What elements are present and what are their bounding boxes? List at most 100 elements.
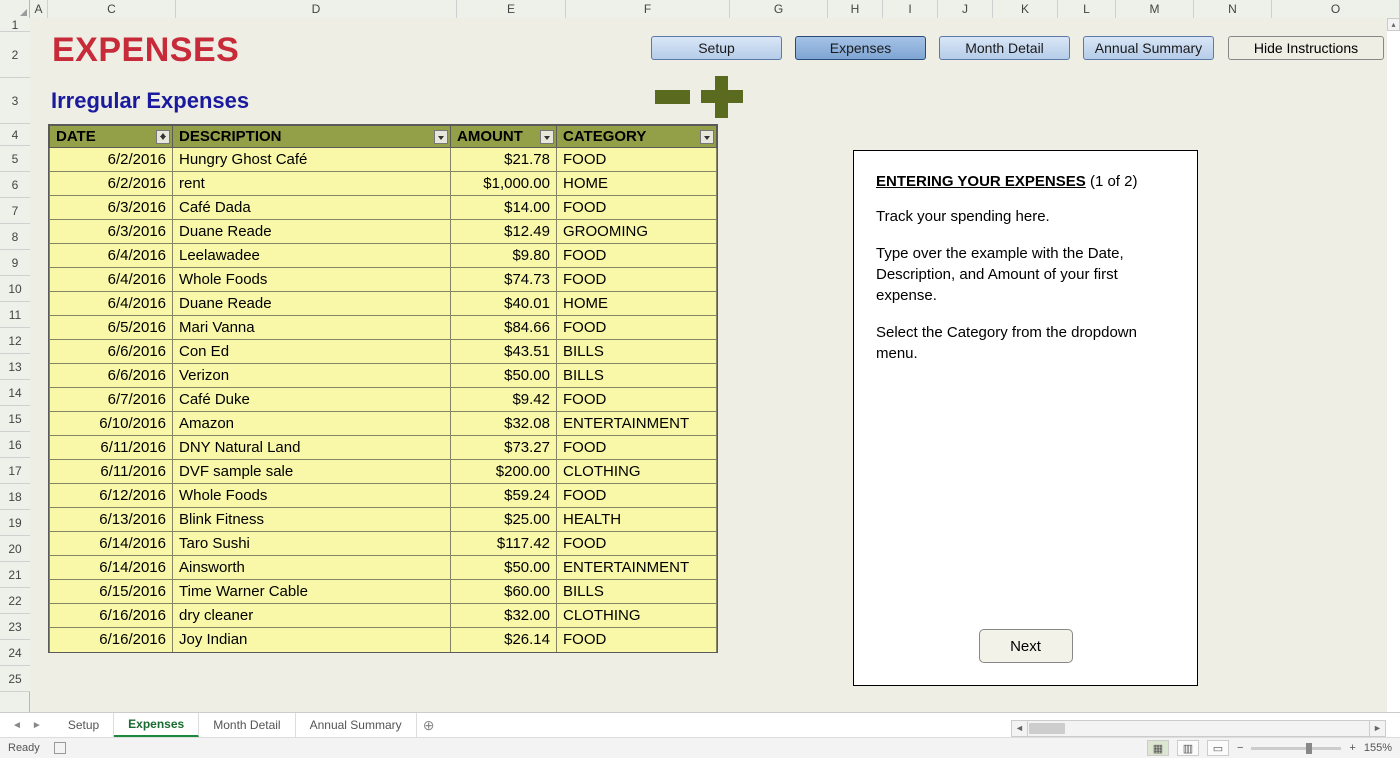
cell-date[interactable]: 6/4/2016 [50,268,173,292]
cell-amt[interactable]: $117.42 [451,532,557,556]
cell-cat[interactable]: FOOD [557,484,717,508]
cell-desc[interactable]: Ainsworth [173,556,451,580]
scroll-up-button[interactable]: ▴ [1387,18,1400,31]
row-header-19[interactable]: 19 [0,510,30,536]
row-header-10[interactable]: 10 [0,276,30,302]
cell-cat[interactable]: HOME [557,292,717,316]
cell-date[interactable]: 6/15/2016 [50,580,173,604]
row-header-2[interactable]: 2 [0,32,30,78]
row-header-13[interactable]: 13 [0,354,30,380]
header-description[interactable]: DESCRIPTION [173,126,451,148]
cell-cat[interactable]: BILLS [557,364,717,388]
column-header-A[interactable]: A [30,0,48,18]
cell-date[interactable]: 6/11/2016 [50,436,173,460]
horizontal-scrollbar[interactable]: ◄ ► [1011,720,1386,737]
cell-date[interactable]: 6/16/2016 [50,604,173,628]
cell-desc[interactable]: Café Dada [173,196,451,220]
header-category[interactable]: CATEGORY [557,126,717,148]
cell-cat[interactable]: ENTERTAINMENT [557,412,717,436]
cell-cat[interactable]: ENTERTAINMENT [557,556,717,580]
filter-category-icon[interactable] [700,130,714,144]
add-sheet-button[interactable]: ⊕ [417,713,441,737]
column-header-J[interactable]: J [938,0,993,18]
row-header-25[interactable]: 25 [0,666,30,692]
cell-desc[interactable]: Café Duke [173,388,451,412]
cell-cat[interactable]: FOOD [557,244,717,268]
zoom-in-button[interactable]: + [1349,742,1355,754]
cell-desc[interactable]: Duane Reade [173,292,451,316]
cell-date[interactable]: 6/6/2016 [50,364,173,388]
column-header-G[interactable]: G [730,0,828,18]
cell-amt[interactable]: $9.80 [451,244,557,268]
cell-date[interactable]: 6/14/2016 [50,532,173,556]
cell-amt[interactable]: $60.00 [451,580,557,604]
nav-month-detail-button[interactable]: Month Detail [939,36,1070,60]
cell-cat[interactable]: FOOD [557,388,717,412]
zoom-slider[interactable] [1251,747,1341,750]
cell-desc[interactable]: Joy Indian [173,628,451,652]
cell-date[interactable]: 6/10/2016 [50,412,173,436]
cell-cat[interactable]: BILLS [557,340,717,364]
cell-date[interactable]: 6/2/2016 [50,148,173,172]
cell-desc[interactable]: Amazon [173,412,451,436]
cell-amt[interactable]: $25.00 [451,508,557,532]
cell-date[interactable]: 6/6/2016 [50,340,173,364]
header-date[interactable]: DATE [50,126,173,148]
cell-cat[interactable]: FOOD [557,196,717,220]
cell-date[interactable]: 6/16/2016 [50,628,173,652]
macro-recorder-icon[interactable] [54,742,66,754]
cell-cat[interactable]: FOOD [557,532,717,556]
cell-desc[interactable]: Whole Foods [173,484,451,508]
cell-desc[interactable]: Leelawadee [173,244,451,268]
column-header-N[interactable]: N [1194,0,1272,18]
cell-cat[interactable]: FOOD [557,268,717,292]
row-header-20[interactable]: 20 [0,536,30,562]
row-header-12[interactable]: 12 [0,328,30,354]
column-header-D[interactable]: D [176,0,457,18]
filter-description-icon[interactable] [434,130,448,144]
cell-cat[interactable]: FOOD [557,628,717,652]
tab-nav-arrows[interactable]: ◄► [0,713,54,737]
sheet-tab-month-detail[interactable]: Month Detail [199,713,295,737]
cell-cat[interactable]: BILLS [557,580,717,604]
row-header-18[interactable]: 18 [0,484,30,510]
column-header-F[interactable]: F [566,0,730,18]
row-header-3[interactable]: 3 [0,78,30,124]
column-header-H[interactable]: H [828,0,883,18]
nav-setup-button[interactable]: Setup [651,36,782,60]
cell-desc[interactable]: dry cleaner [173,604,451,628]
cell-amt[interactable]: $200.00 [451,460,557,484]
cell-amt[interactable]: $26.14 [451,628,557,652]
cell-amt[interactable]: $59.24 [451,484,557,508]
row-header-7[interactable]: 7 [0,198,30,224]
sheet-tab-expenses[interactable]: Expenses [114,713,199,737]
cell-amt[interactable]: $50.00 [451,364,557,388]
cell-cat[interactable]: FOOD [557,436,717,460]
cell-desc[interactable]: Verizon [173,364,451,388]
cell-desc[interactable]: rent [173,172,451,196]
cell-cat[interactable]: HEALTH [557,508,717,532]
nav-expenses-button[interactable]: Expenses [795,36,926,60]
cell-date[interactable]: 6/4/2016 [50,244,173,268]
cell-date[interactable]: 6/2/2016 [50,172,173,196]
view-page-break-icon[interactable]: ▭ [1207,740,1229,756]
row-header-1[interactable]: 1 [0,18,30,32]
cell-cat[interactable]: FOOD [557,148,717,172]
column-header-O[interactable]: O [1272,0,1400,18]
minus-icon[interactable] [655,90,690,104]
cell-date[interactable]: 6/12/2016 [50,484,173,508]
row-header-17[interactable]: 17 [0,458,30,484]
row-header-22[interactable]: 22 [0,588,30,614]
column-header-C[interactable]: C [48,0,176,18]
cell-desc[interactable]: DNY Natural Land [173,436,451,460]
cell-desc[interactable]: Hungry Ghost Café [173,148,451,172]
row-header-4[interactable]: 4 [0,124,30,146]
cell-desc[interactable]: Time Warner Cable [173,580,451,604]
cell-amt[interactable]: $12.49 [451,220,557,244]
cell-amt[interactable]: $74.73 [451,268,557,292]
zoom-level[interactable]: 155% [1364,742,1392,754]
zoom-out-button[interactable]: − [1237,742,1243,754]
cell-date[interactable]: 6/14/2016 [50,556,173,580]
cell-date[interactable]: 6/11/2016 [50,460,173,484]
cell-cat[interactable]: HOME [557,172,717,196]
